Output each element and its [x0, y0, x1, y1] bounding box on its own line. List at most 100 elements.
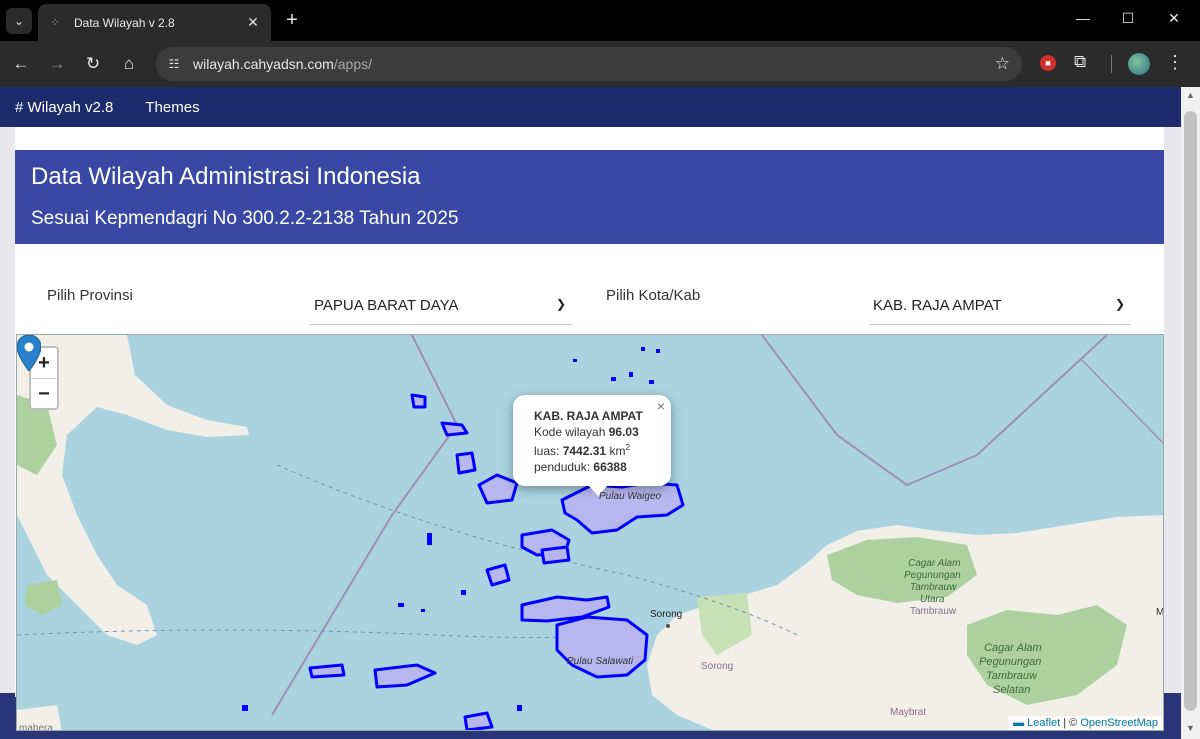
new-tab-button[interactable]: +	[281, 8, 303, 32]
chevron-down-icon: ❯	[555, 297, 566, 311]
map-attribution: ▬ Leaflet | © OpenStreetMap	[1008, 716, 1163, 730]
toolbar-divider	[1111, 55, 1112, 73]
browser-toolbar: ← → ↻ ⌂ ☷ wilayah.cahyadsn.com/apps/ ☆ ■…	[0, 41, 1200, 87]
islet	[242, 705, 248, 711]
tab-favicon-icon: ⁘	[50, 17, 60, 29]
label-tambrauw: Tambrauw	[910, 606, 957, 617]
label-edge-m: M	[1156, 607, 1164, 618]
province-selected-value: PAPUA BARAT DAYA	[314, 297, 459, 314]
region-salawati	[555, 615, 649, 679]
islet	[641, 347, 645, 351]
page-scrollbar[interactable]: ▲ ▼	[1181, 87, 1200, 739]
tab-close-icon[interactable]: ✕	[245, 14, 261, 31]
tab-search-button[interactable]: ⌄	[6, 8, 32, 34]
popup-title: KAB. RAJA AMPAT	[534, 409, 643, 423]
province-select[interactable]: PAPUA BARAT DAYA ❯	[310, 287, 572, 325]
label-pulau-salawati: Pulau Salawati	[567, 656, 634, 667]
forward-icon[interactable]: →	[45, 52, 69, 76]
chevron-down-icon: ⌄	[13, 14, 25, 28]
back-icon[interactable]: ←	[9, 52, 33, 76]
address-bar[interactable]: ☷ wilayah.cahyadsn.com/apps/ ☆	[156, 47, 1022, 81]
chevron-down-icon: ❯	[1114, 297, 1125, 311]
region-small-1	[477, 473, 519, 505]
nav-themes[interactable]: Themes	[145, 99, 199, 116]
islet	[398, 603, 404, 607]
city-label: Pilih Kota/Kab	[606, 287, 701, 304]
osm-link[interactable]: OpenStreetMap	[1080, 717, 1158, 729]
islet	[517, 705, 522, 711]
scroll-up-icon[interactable]: ▲	[1186, 90, 1195, 100]
extensions-puzzle-icon[interactable]: ⧉	[1074, 52, 1086, 72]
url-host: wilayah.cahyadsn.com	[193, 56, 334, 72]
tab-title: Data Wilayah v 2.8	[74, 15, 175, 30]
map-popup: × KAB. RAJA AMPAT Kode wilayah 96.03 lua…	[513, 395, 671, 486]
label-cagar-utara-4: Utara	[920, 594, 945, 605]
islet	[421, 609, 425, 612]
scroll-thumb[interactable]	[1184, 111, 1197, 711]
label-sorong-city: Sorong	[650, 609, 683, 620]
popup-penduduk: penduduk: 66388	[534, 460, 627, 474]
region-small-7	[308, 663, 346, 679]
site-navbar: # Wilayah v2.8 Themes	[0, 87, 1181, 127]
map-land-islet-west	[25, 580, 62, 615]
region-small-9	[463, 711, 494, 730]
label-cagar-selatan-1: Cagar Alam	[984, 642, 1042, 654]
map-boundary-line	[271, 335, 459, 716]
region-small-2	[455, 451, 477, 475]
url-path: /apps/	[333, 56, 372, 72]
label-sorong-regency: Sorong	[701, 661, 734, 672]
label-cagar-utara-1: Cagar Alam	[908, 558, 961, 569]
map-boundary-line	[1081, 359, 1163, 445]
popup-luas: luas: 7442.31 km2	[534, 443, 630, 458]
browser-tab-bar: ⌄ ⁘ Data Wilayah v 2.8 ✕ + — ☐ ✕	[0, 0, 1200, 41]
page-subtitle: Sesuai Kepmendagri No 300.2.2-2138 Tahun…	[31, 208, 459, 229]
islet	[461, 590, 466, 595]
label-halmahera: mahera	[19, 723, 53, 731]
close-window-icon[interactable]: ✕	[1164, 10, 1184, 27]
province-label: Pilih Provinsi	[47, 287, 133, 304]
zoom-out-button[interactable]: −	[31, 378, 57, 408]
profile-avatar[interactable]	[1128, 53, 1150, 75]
maximize-icon[interactable]: ☐	[1118, 10, 1138, 27]
reload-icon[interactable]: ↻	[81, 52, 105, 76]
region-small-4	[410, 393, 427, 409]
minimize-icon[interactable]: —	[1073, 10, 1093, 26]
islet	[611, 377, 616, 381]
islet	[649, 380, 654, 384]
city-selected-value: KAB. RAJA AMPAT	[873, 297, 1002, 314]
label-pulau-waigeo: Pulau Waigeo	[599, 491, 662, 502]
bookmark-star-icon[interactable]: ☆	[995, 54, 1010, 74]
region-small-3	[440, 421, 469, 437]
city-select[interactable]: KAB. RAJA AMPAT ❯	[869, 287, 1131, 325]
label-cagar-selatan-2: Pegunungan	[979, 656, 1042, 668]
sorong-city-dot	[666, 624, 670, 628]
label-cagar-utara-3: Tambrauw	[910, 582, 957, 593]
popup-close-button[interactable]: ×	[657, 398, 665, 414]
browser-tab-active[interactable]: ⁘ Data Wilayah v 2.8 ✕	[38, 4, 271, 41]
label-cagar-utara-2: Pegunungan	[904, 570, 961, 581]
site-info-icon[interactable]: ☷	[165, 55, 183, 73]
islet	[656, 349, 660, 353]
page-header: Data Wilayah Administrasi Indonesia Sesu…	[15, 150, 1164, 244]
region-small-5	[485, 563, 511, 587]
islet	[427, 533, 432, 545]
label-cagar-selatan-3: Tambrauw	[986, 670, 1037, 682]
label-maybrat: Maybrat	[890, 707, 927, 718]
browser-menu-icon[interactable]: ⋮	[1166, 52, 1184, 73]
label-cagar-selatan-4: Selatan	[993, 684, 1031, 696]
map-marker-icon[interactable]	[17, 335, 41, 371]
islet	[629, 372, 633, 377]
page-title: Data Wilayah Administrasi Indonesia	[31, 163, 421, 190]
site-brand[interactable]: # Wilayah v2.8	[15, 99, 113, 116]
scroll-down-icon[interactable]: ▼	[1186, 723, 1195, 733]
url-text[interactable]: wilayah.cahyadsn.com/apps/	[193, 56, 372, 72]
extension-shield-icon[interactable]: ■	[1040, 55, 1056, 71]
popup-kode: Kode wilayah 96.03	[534, 425, 639, 439]
region-small-6	[540, 545, 571, 565]
leaflet-link[interactable]: ▬ Leaflet	[1013, 717, 1060, 729]
home-icon[interactable]: ⌂	[117, 52, 141, 76]
map-container[interactable]: + − × KAB. RAJA AMPAT Kode wilayah 96.03…	[16, 334, 1164, 731]
map-boundary-line	[761, 335, 1108, 487]
region-small-8	[373, 663, 437, 689]
islet	[573, 359, 577, 362]
